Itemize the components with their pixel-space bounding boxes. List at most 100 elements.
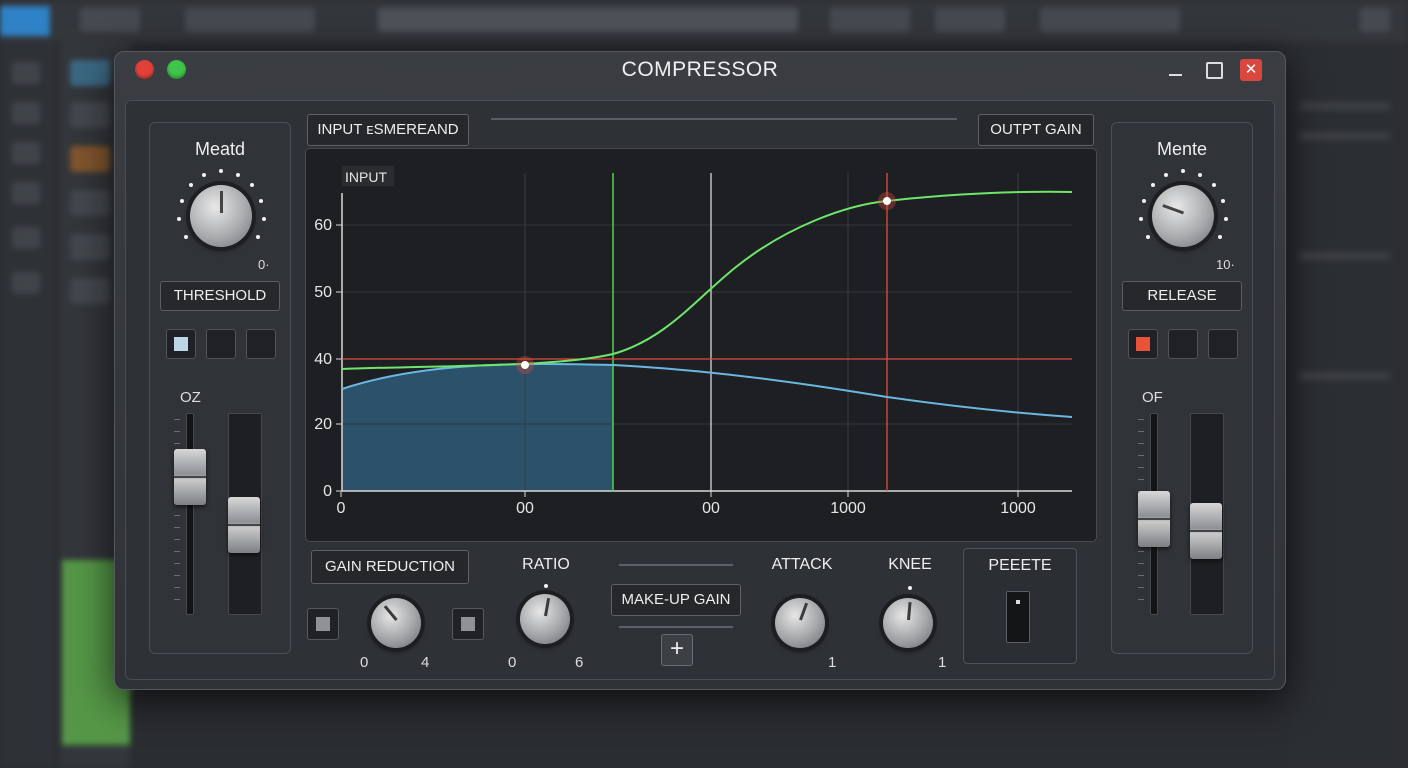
close-icon[interactable]: ✕: [1240, 59, 1262, 81]
knee-max: 1: [938, 654, 947, 671]
right-toggle-3[interactable]: [1208, 329, 1238, 359]
attack-knob[interactable]: [775, 598, 825, 648]
input-axis-label: INPUT: [345, 169, 387, 185]
knob-tick: [259, 199, 263, 203]
knob-tick: [1151, 183, 1155, 187]
ratio-knob[interactable]: [520, 594, 570, 644]
daw-toolbar: [0, 0, 1408, 42]
knob-tick: [184, 235, 188, 239]
threshold-button[interactable]: THRESHOLD: [160, 281, 280, 311]
release-knob-value: 10·: [1216, 257, 1235, 272]
makeup-divider-bottom: [619, 626, 733, 628]
gain-reduction-button[interactable]: GAIN REDUCTION: [311, 550, 469, 584]
knob-tick: [250, 183, 254, 187]
window-title: COMPRESSOR: [621, 58, 779, 81]
left-toggle-3[interactable]: [246, 329, 276, 359]
knob-tick: [262, 217, 266, 221]
knob-tick: [1164, 173, 1168, 177]
knob-tick: [256, 235, 260, 239]
right-toggle-1[interactable]: [1128, 329, 1158, 359]
x-tick-label: 1000: [830, 500, 866, 517]
title-bar[interactable]: COMPRESSOR ✕: [115, 52, 1285, 88]
compressor-window: COMPRESSOR ✕ Meatd 0· THRESHOLD OZ Mente…: [114, 51, 1286, 690]
gain-reduction-left-toggle[interactable]: [307, 608, 339, 640]
y-tick-label: 0: [323, 483, 332, 500]
right-panel: Mente 10· RELEASE OF: [1111, 122, 1253, 654]
gain-reduction-knob[interactable]: [371, 598, 421, 648]
knob-tick: [202, 173, 206, 177]
threshold-knob-value: 0·: [258, 257, 270, 272]
makeup-gain-button[interactable]: MAKE-UP GAIN: [611, 584, 741, 616]
left-fader-track-1: [186, 413, 194, 615]
left-toggle-1[interactable]: [166, 329, 196, 359]
y-tick-label: 20: [314, 416, 332, 433]
right-toggle-2[interactable]: [1168, 329, 1198, 359]
input-sidechain-tab[interactable]: INPUT ᴇSMEREAND: [307, 114, 469, 146]
daw-timeline: [130, 690, 1290, 768]
attack-max: 1: [828, 654, 837, 671]
gain-reduction-right-toggle[interactable]: [452, 608, 484, 640]
preset-panel: PEEETE: [963, 548, 1077, 664]
x-tick-label: 00: [702, 500, 720, 517]
attack-label: ATTACK: [771, 556, 833, 573]
right-fader-label: OF: [1142, 389, 1163, 406]
knob-tick: [180, 199, 184, 203]
knee-knob-tick: [908, 586, 912, 590]
ratio-knob-tick: [544, 584, 548, 588]
chart-svg: INPUT6050402000 00 00 1000 1000: [314, 166, 1073, 517]
right-fader-2-handle[interactable]: [1190, 503, 1222, 559]
gain-reduction-min: 0: [360, 654, 369, 671]
ratio-min: 0: [508, 654, 517, 671]
daw-right-panel: [1290, 42, 1408, 768]
threshold-knob[interactable]: [190, 185, 252, 247]
knob-tick: [1146, 235, 1150, 239]
knob-tick: [1224, 217, 1228, 221]
knob-tick: [1139, 217, 1143, 221]
y-tick-label: 60: [314, 217, 332, 234]
ratio-max: 6: [575, 654, 584, 671]
series-green-curve: [341, 190, 1073, 370]
add-button[interactable]: +: [661, 634, 693, 666]
knob-tick: [189, 183, 193, 187]
graph-header-divider: [491, 118, 957, 120]
knob-tick: [1181, 169, 1185, 173]
knob-tick: [236, 173, 240, 177]
minimize-icon[interactable]: [1165, 59, 1187, 81]
daw-accent-tab: [0, 6, 50, 36]
transfer-curve-graph[interactable]: INPUT 60 50 40 20 0 0 00 00 1000 1000: [305, 148, 1097, 542]
gain-reduction-max: 4: [421, 654, 430, 671]
knee-point: [883, 197, 891, 205]
threshold-point: [521, 361, 529, 369]
release-knob[interactable]: [1152, 185, 1214, 247]
left-fader-label: OZ: [180, 389, 201, 406]
maximize-icon[interactable]: [1203, 59, 1225, 81]
x-tick-label: 0: [337, 500, 346, 517]
output-gain-tab[interactable]: OUTPT GAIN: [978, 114, 1094, 146]
left-toggle-2[interactable]: [206, 329, 236, 359]
x-tick-label: 00: [516, 500, 534, 517]
right-fader-1-handle[interactable]: [1138, 491, 1170, 547]
preset-switch[interactable]: [1006, 591, 1030, 643]
compression-fill-area: [342, 363, 613, 491]
left-fader-scale: [174, 419, 180, 609]
release-button[interactable]: RELEASE: [1122, 281, 1242, 311]
knob-tick: [177, 217, 181, 221]
knob-tick: [1142, 199, 1146, 203]
left-fader-2-handle[interactable]: [228, 497, 260, 553]
left-fader-1-handle[interactable]: [174, 449, 206, 505]
knob-tick: [1218, 235, 1222, 239]
right-panel-title: Mente: [1156, 139, 1208, 159]
x-tick-label: 1000: [1000, 500, 1036, 517]
knee-label: KNEE: [888, 556, 932, 573]
preset-label: PEEETE: [988, 557, 1052, 574]
left-panel-title: Meatd: [194, 139, 246, 159]
left-panel: Meatd 0· THRESHOLD OZ: [149, 122, 291, 654]
knob-tick: [219, 169, 223, 173]
y-tick-label: 50: [314, 284, 332, 301]
knob-tick: [1212, 183, 1216, 187]
knob-tick: [1221, 199, 1225, 203]
makeup-divider-top: [619, 564, 733, 566]
knee-knob[interactable]: [883, 598, 933, 648]
knob-tick: [1198, 173, 1202, 177]
daw-left-rail: [0, 42, 56, 768]
